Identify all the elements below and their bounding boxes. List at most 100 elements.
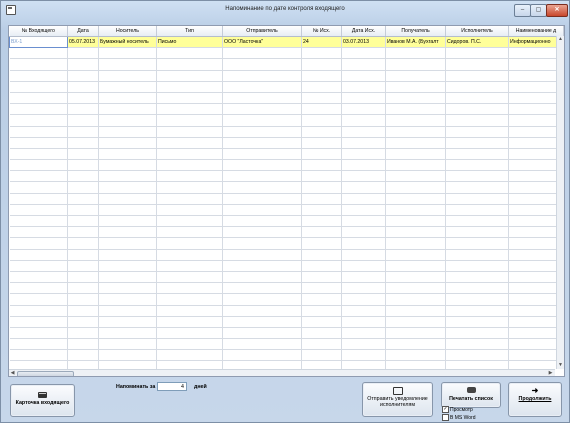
column-header[interactable]: Наименование д (508, 26, 564, 37)
empty-cell (222, 316, 302, 328)
empty-row (9, 58, 564, 71)
scroll-left-icon[interactable]: ◀ (9, 370, 16, 376)
print-list-button[interactable]: Печатать список (441, 382, 501, 408)
empty-cell (156, 204, 223, 217)
empty-cell (9, 360, 68, 369)
incoming-grid-panel: № Входящего Дата Носитель Тип Отправитель № И… (8, 25, 565, 377)
empty-cell (222, 327, 302, 340)
empty-cell (385, 47, 446, 60)
empty-cell (301, 271, 342, 284)
empty-cell (445, 215, 509, 228)
column-header[interactable]: Тип (156, 26, 223, 37)
empty-cell (341, 159, 386, 172)
empty-cell (301, 338, 342, 351)
empty-cell (341, 204, 386, 217)
scroll-up-icon[interactable]: ▲ (557, 36, 564, 43)
empty-cell (341, 81, 386, 93)
table-cell[interactable]: 03.07.2013 (341, 36, 386, 49)
empty-cell (445, 305, 509, 317)
empty-cell (98, 249, 157, 261)
empty-cell (385, 293, 446, 306)
table-cell[interactable]: 24 (301, 36, 342, 49)
empty-cell (301, 47, 342, 60)
empty-cell (445, 137, 509, 149)
empty-cell (67, 159, 99, 172)
horizontal-scrollbar[interactable]: ◀ ▶ (9, 369, 555, 376)
empty-cell (156, 70, 223, 82)
table-cell[interactable]: Иванов М.А. (Бухгалт (385, 36, 446, 49)
empty-cell (445, 327, 509, 340)
scroll-thumb[interactable] (17, 371, 74, 376)
empty-cell (9, 204, 68, 217)
table-cell[interactable]: Бумажный носитель (98, 36, 157, 49)
table-row[interactable]: ВХ-1 05.07.2013 Бумажный носитель Письмо ООО… (9, 35, 564, 49)
table-cell[interactable]: ООО "Ласточка" (222, 36, 302, 49)
column-header[interactable]: Отправитель (222, 26, 302, 37)
incoming-table: № Входящего Дата Носитель Тип Отправитель № И… (9, 26, 564, 369)
empty-cell (156, 148, 223, 161)
empty-cell (341, 249, 386, 261)
empty-cell (445, 226, 509, 239)
empty-cell (385, 148, 446, 161)
maximize-button[interactable]: ▢ (530, 4, 547, 17)
table-cell[interactable]: 05.07.2013 (67, 36, 99, 49)
column-header[interactable]: Получатель (385, 26, 446, 37)
empty-cell (67, 58, 99, 71)
empty-row (9, 249, 564, 261)
column-header[interactable]: Исполнитель (445, 26, 509, 37)
empty-cell (67, 237, 99, 250)
empty-cell (301, 237, 342, 250)
empty-cell (301, 316, 342, 328)
vertical-scrollbar[interactable]: ▲ ▼ (556, 36, 564, 369)
remind-label: Напоминать за (116, 384, 156, 390)
empty-cell (156, 226, 223, 239)
msword-checkbox[interactable]: В MS Word (442, 414, 475, 421)
empty-cell (98, 70, 157, 82)
empty-cell (301, 282, 342, 295)
empty-cell (67, 338, 99, 351)
empty-cell (67, 226, 99, 239)
empty-cell (98, 170, 157, 183)
empty-cell (98, 193, 157, 205)
empty-cell (301, 181, 342, 194)
column-header[interactable]: Дата (67, 26, 99, 37)
empty-cell (341, 226, 386, 239)
column-header[interactable]: № Исх. (301, 26, 342, 37)
empty-cell (222, 249, 302, 261)
empty-cell (385, 58, 446, 71)
preview-checkbox[interactable]: ✓ Просмотр (442, 406, 473, 413)
empty-cell (341, 92, 386, 105)
column-header[interactable]: № Входящего (9, 26, 68, 37)
empty-cell (98, 81, 157, 93)
column-header[interactable]: Дата Исх. (341, 26, 386, 37)
minimize-button[interactable]: – (514, 4, 531, 17)
empty-cell (67, 137, 99, 149)
empty-cell (9, 193, 68, 205)
close-button[interactable]: ✕ (546, 4, 568, 17)
empty-cell (98, 137, 157, 149)
empty-cell (341, 305, 386, 317)
column-header[interactable]: Носитель (98, 26, 157, 37)
empty-cell (222, 181, 302, 194)
table-cell[interactable]: ВХ-1 (9, 35, 68, 49)
scroll-right-icon[interactable]: ▶ (547, 370, 554, 376)
empty-cell (222, 204, 302, 217)
empty-cell (301, 126, 342, 138)
remind-days-input[interactable] (157, 382, 187, 391)
scroll-down-icon[interactable]: ▼ (557, 362, 564, 369)
empty-cell (385, 193, 446, 205)
empty-cell (222, 70, 302, 82)
send-notification-button[interactable]: Отправить уведомление исполнителям (362, 382, 433, 417)
empty-cell (385, 204, 446, 217)
empty-cell (385, 159, 446, 172)
empty-cell (341, 282, 386, 295)
empty-cell (341, 170, 386, 183)
empty-cell (341, 58, 386, 71)
empty-cell (156, 92, 223, 105)
empty-cell (98, 226, 157, 239)
table-cell[interactable]: Письмо (156, 36, 223, 49)
table-cell[interactable]: Сидоров. П.С. (445, 36, 509, 49)
continue-button[interactable]: ➜ Продолжить (508, 382, 562, 417)
card-button[interactable]: Карточка входящего (10, 384, 75, 417)
empty-cell (301, 92, 342, 105)
